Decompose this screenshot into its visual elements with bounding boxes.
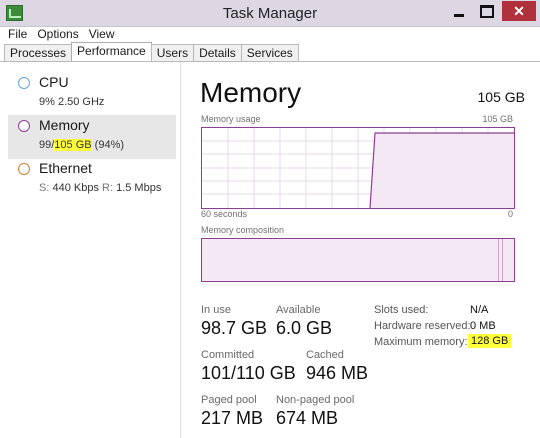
cpu-graph-icon <box>18 77 30 89</box>
available-label: Available <box>276 304 321 316</box>
tab-performance[interactable]: Performance <box>71 42 152 61</box>
composition-label: Memory composition <box>201 225 285 235</box>
resource-item-ethernet[interactable]: Ethernet S: 440 Kbps R: 1.5 Mbps <box>8 158 176 202</box>
time-axis-start: 60 seconds <box>201 209 248 219</box>
usage-fill <box>370 133 514 208</box>
composition-divider <box>502 239 503 281</box>
hardware-reserved-label: Hardware reserved: <box>374 320 471 332</box>
maximize-button[interactable] <box>474 1 500 21</box>
send-label: S: <box>39 182 50 194</box>
window-controls: ✕ <box>446 1 536 21</box>
committed-value: 101/110 GB <box>201 363 296 383</box>
committed-label: Committed <box>201 349 255 361</box>
time-axis-end: 0 <box>507 209 513 219</box>
hardware-reserved-value: 0 MB <box>470 320 496 332</box>
tab-strip: Processes Performance Users Details Serv… <box>4 42 299 61</box>
tab-details[interactable]: Details <box>193 44 242 61</box>
non-paged-pool-value: 674 MB <box>276 408 339 428</box>
non-paged-pool-label: Non-paged pool <box>276 394 355 406</box>
slots-used-label: Slots used: <box>374 304 429 316</box>
send-rate: 440 Kbps <box>52 182 99 194</box>
memory-composition-bar <box>201 238 515 282</box>
resource-name: Memory <box>39 117 90 133</box>
receive-label: R: <box>102 182 114 194</box>
memory-usage-graph <box>201 127 515 209</box>
available-value: 6.0 GB <box>276 318 333 338</box>
ethernet-graph-icon <box>18 163 30 175</box>
tab-services[interactable]: Services <box>240 44 299 61</box>
slots-used-value: N/A <box>470 304 489 316</box>
tab-users[interactable]: Users <box>150 44 195 61</box>
composition-divider <box>498 239 499 281</box>
memory-detail-panel: Memory 105 GB Memory usage 105 GB 60 sec… <box>190 62 535 438</box>
menu-bar: File Options View <box>0 26 540 42</box>
close-icon: ✕ <box>513 2 525 19</box>
memory-usage-chart <box>202 128 514 209</box>
minimize-icon <box>454 13 464 17</box>
memory-percent: (94%) <box>91 139 125 151</box>
resource-item-memory[interactable]: Memory 99/105 GB (94%) <box>8 115 176 159</box>
tab-processes[interactable]: Processes <box>4 44 73 61</box>
menu-file[interactable]: File <box>8 27 27 41</box>
cached-label: Cached <box>306 349 344 361</box>
maximize-icon <box>480 4 494 18</box>
minimize-button[interactable] <box>446 1 472 21</box>
resource-item-cpu[interactable]: CPU 9% 2.50 GHz <box>8 72 176 116</box>
maximum-memory-value: 128 GB <box>468 334 512 348</box>
total-memory: 105 GB <box>477 89 525 105</box>
resource-list: CPU 9% 2.50 GHz Memory 99/105 GB (94%) E… <box>0 62 181 438</box>
memory-used: 99/ <box>39 139 55 151</box>
paged-pool-value: 217 MB <box>201 408 264 428</box>
menu-options[interactable]: Options <box>37 27 78 41</box>
close-button[interactable]: ✕ <box>502 1 536 21</box>
usage-graph-max: 105 GB <box>482 114 513 124</box>
resource-detail: S: 440 Kbps R: 1.5 Mbps <box>39 182 161 194</box>
memory-total-highlight: 105 GB <box>54 139 92 151</box>
in-use-value: 98.7 GB <box>201 318 268 338</box>
resource-detail: 99/105 GB (94%) <box>39 139 124 151</box>
paged-pool-label: Paged pool <box>201 394 257 406</box>
page-title: Memory <box>200 77 302 108</box>
receive-rate: 1.5 Mbps <box>116 182 162 194</box>
resource-name: Ethernet <box>39 160 92 176</box>
resource-name: CPU <box>39 74 69 90</box>
resource-detail: 9% 2.50 GHz <box>39 96 105 108</box>
memory-graph-icon <box>18 120 30 132</box>
usage-graph-label: Memory usage <box>201 114 261 124</box>
title-bar: Task Manager ✕ <box>0 0 540 27</box>
maximum-memory-label: Maximum memory: <box>374 336 468 348</box>
menu-view[interactable]: View <box>89 27 115 41</box>
cached-value: 946 MB <box>306 363 369 383</box>
in-use-label: In use <box>201 304 231 316</box>
